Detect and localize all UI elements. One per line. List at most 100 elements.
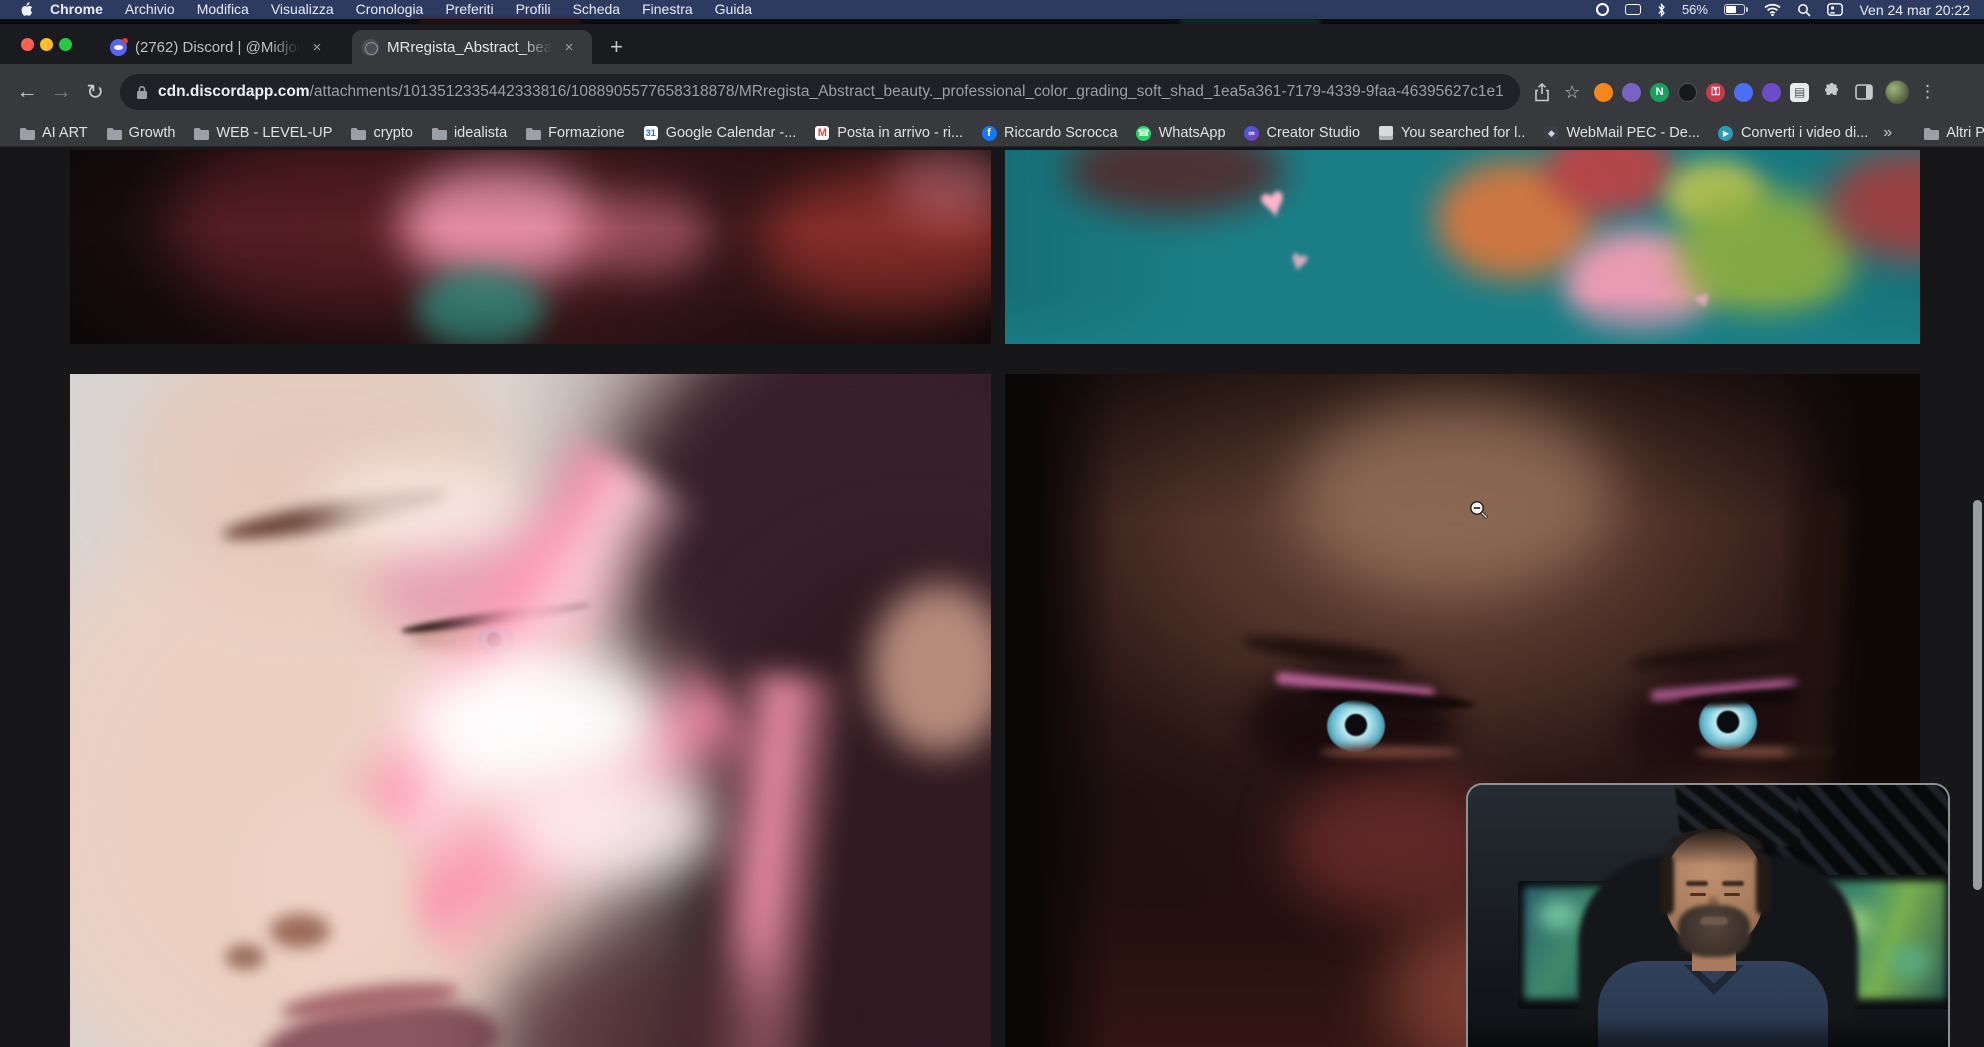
bookmark-label: Formazione bbox=[548, 125, 625, 141]
bookmark-label: WhatsApp bbox=[1159, 125, 1226, 141]
bookmark-creator-studio[interactable]: ∞Creator Studio bbox=[1235, 125, 1370, 141]
menubar-item-guida[interactable]: Guida bbox=[704, 0, 763, 19]
white-grid-ext-icon[interactable]: ▤ bbox=[1790, 83, 1809, 102]
new-tab-button[interactable]: + bbox=[610, 34, 623, 60]
battery-charging-icon[interactable] bbox=[1724, 2, 1749, 18]
spotlight-search-icon[interactable] bbox=[1797, 2, 1811, 18]
tab-title: MRregista_Abstract_beauty._p bbox=[387, 39, 552, 56]
bookmark-web-level-up[interactable]: WEB - LEVEL-UP bbox=[184, 125, 341, 141]
chrome-menu-icon[interactable]: ⋮ bbox=[1919, 82, 1936, 102]
video-convert-icon: ▶ bbox=[1718, 125, 1734, 141]
other-bookmarks-folder[interactable]: Altri Preferiti bbox=[1914, 125, 1984, 141]
address-bar[interactable]: cdn.discordapp.com/attachments/101351233… bbox=[120, 74, 1520, 110]
presenter-hair bbox=[1664, 829, 1764, 869]
menubar-item-profili[interactable]: Profili bbox=[505, 0, 562, 19]
red-key-ext-icon[interactable]: ⚿ bbox=[1706, 83, 1725, 102]
reload-button[interactable]: ↻ bbox=[78, 80, 112, 105]
webmail-icon: ◆ bbox=[1543, 125, 1559, 141]
presenter-hair-side bbox=[1660, 855, 1674, 915]
menubar-item-finestra[interactable]: Finestra bbox=[631, 0, 704, 19]
bookmark-whatsapp[interactable]: ☎ WhatsApp bbox=[1127, 125, 1235, 141]
bookmark-label: Growth bbox=[129, 125, 176, 141]
gcal-icon: 31 bbox=[643, 125, 659, 141]
menubar-clock[interactable]: Ven 24 mar 20:22 bbox=[1859, 2, 1970, 18]
forward-button[interactable]: → bbox=[44, 80, 78, 104]
folder-icon bbox=[106, 125, 122, 141]
wifi-icon[interactable] bbox=[1764, 2, 1781, 18]
metamask-icon[interactable] bbox=[1594, 83, 1613, 102]
bookmark-converti-i-video-di[interactable]: ▶ Converti i video di... bbox=[1709, 125, 1877, 141]
bookmark-google-calendar[interactable]: 31 Google Calendar -... bbox=[634, 125, 806, 141]
bookmark-posta-in-arrivo-ri[interactable]: MPosta in arrivo - ri... bbox=[805, 125, 972, 141]
menubar-item-archivio[interactable]: Archivio bbox=[114, 0, 186, 19]
menubar-item-visualizza[interactable]: Visualizza bbox=[260, 0, 345, 19]
bookmarks-overflow-chevron[interactable]: » bbox=[1877, 124, 1898, 142]
menubar-item-cronologia[interactable]: Cronologia bbox=[345, 0, 435, 19]
url-path: /attachments/1013512335442333816/1088905… bbox=[310, 83, 1504, 101]
bookmark-crypto[interactable]: crypto bbox=[341, 125, 422, 141]
bookmark-you-searched-for-l[interactable]: You searched for l.. bbox=[1369, 125, 1534, 141]
tab-close-icon[interactable]: × bbox=[560, 38, 578, 56]
bookmark-riccardo-scrocca[interactable]: f Riccardo Scrocca bbox=[972, 125, 1127, 141]
bookmark-label: WebMail PEC - De... bbox=[1566, 125, 1700, 141]
page-thumb-icon bbox=[1378, 125, 1394, 141]
profile-avatar[interactable] bbox=[1885, 80, 1909, 104]
tab-title: (2762) Discord | @Midjourney bbox=[135, 39, 300, 56]
bookmark-star-icon[interactable]: ☆ bbox=[1564, 82, 1580, 103]
tab-close-icon[interactable]: × bbox=[308, 38, 326, 56]
bookmark-formazione[interactable]: Formazione bbox=[516, 125, 634, 141]
other-bookmarks-label: Altri Preferiti bbox=[1946, 125, 1984, 141]
menubar-item-chrome[interactable]: Chrome bbox=[39, 0, 114, 19]
share-icon[interactable] bbox=[1534, 83, 1550, 102]
display-icon[interactable] bbox=[1625, 2, 1641, 18]
artwork-top-left bbox=[70, 150, 991, 344]
scrollbar-thumb[interactable] bbox=[1973, 500, 1982, 890]
purple-badge-ext-icon[interactable] bbox=[1762, 83, 1781, 102]
tab-attachment-image[interactable]: MRregista_Abstract_beauty._p × bbox=[352, 30, 592, 64]
presenter-hair-side bbox=[1756, 855, 1770, 915]
folder-icon bbox=[525, 125, 541, 141]
tab-discord[interactable]: (2762) Discord | @Midjourney × bbox=[100, 30, 350, 64]
bookmark-label: You searched for l.. bbox=[1401, 125, 1525, 141]
artwork-top-right: ♥ ♥ ♥ bbox=[1005, 150, 1920, 344]
back-button[interactable]: ← bbox=[10, 80, 44, 104]
bookmark-label: Converti i video di... bbox=[1741, 125, 1868, 141]
side-panel-icon[interactable] bbox=[1855, 84, 1873, 100]
macos-screen: Chrome Archivio Modifica Visualizza Cron… bbox=[0, 0, 1984, 1047]
apple-logo-icon[interactable] bbox=[20, 2, 33, 18]
menubar-item-preferiti[interactable]: Preferiti bbox=[434, 0, 504, 19]
green-n-ext-icon[interactable]: N bbox=[1650, 83, 1669, 102]
fast-user-switch-icon[interactable] bbox=[1827, 2, 1843, 18]
chrome-tabstrip: (2762) Discord | @Midjourney × MRregista… bbox=[0, 24, 1984, 64]
menubar-item-scheda[interactable]: Scheda bbox=[562, 0, 631, 19]
bookmark-label: WEB - LEVEL-UP bbox=[216, 125, 332, 141]
menubar-item-modifica[interactable]: Modifica bbox=[186, 0, 260, 19]
minimize-window-button[interactable] bbox=[40, 38, 53, 51]
bookmark-ai-art[interactable]: AI ART bbox=[10, 125, 97, 141]
folder-icon bbox=[1923, 125, 1939, 141]
blue-circle-ext-icon[interactable] bbox=[1734, 83, 1753, 102]
black-circle-ext-icon[interactable] bbox=[1678, 83, 1697, 102]
bookmark-label: Google Calendar -... bbox=[666, 125, 797, 141]
folder-icon bbox=[350, 125, 366, 141]
recording-app-icon[interactable] bbox=[1596, 2, 1609, 18]
purple-ext-icon[interactable] bbox=[1622, 83, 1641, 102]
close-window-button[interactable] bbox=[21, 38, 34, 51]
folder-icon bbox=[193, 125, 209, 141]
url-host: cdn.discordapp.com bbox=[158, 83, 310, 101]
zoom-window-button[interactable] bbox=[59, 38, 72, 51]
bookmark-idealista[interactable]: idealista bbox=[422, 125, 516, 141]
battery-percent: 56% bbox=[1682, 2, 1708, 17]
bookmark-growth[interactable]: Growth bbox=[97, 125, 185, 141]
bluetooth-icon[interactable] bbox=[1657, 2, 1666, 18]
page-content: ♥ ♥ ♥ bbox=[0, 147, 1984, 1047]
discord-favicon bbox=[110, 39, 127, 56]
bookmark-label: idealista bbox=[454, 125, 507, 141]
bookmark-webmail-pec-de[interactable]: ◆ WebMail PEC - De... bbox=[1534, 125, 1709, 141]
whatsapp-icon: ☎ bbox=[1136, 125, 1152, 141]
facebook-icon: f bbox=[981, 125, 997, 141]
extensions-puzzle-icon[interactable] bbox=[1823, 83, 1841, 101]
bookmark-label: Riccardo Scrocca bbox=[1004, 125, 1118, 141]
presenter-beard bbox=[1678, 905, 1750, 957]
bookmarks-bar: AI ART Growth WEB - LEVEL-UP crypto idealist… bbox=[0, 120, 1984, 147]
